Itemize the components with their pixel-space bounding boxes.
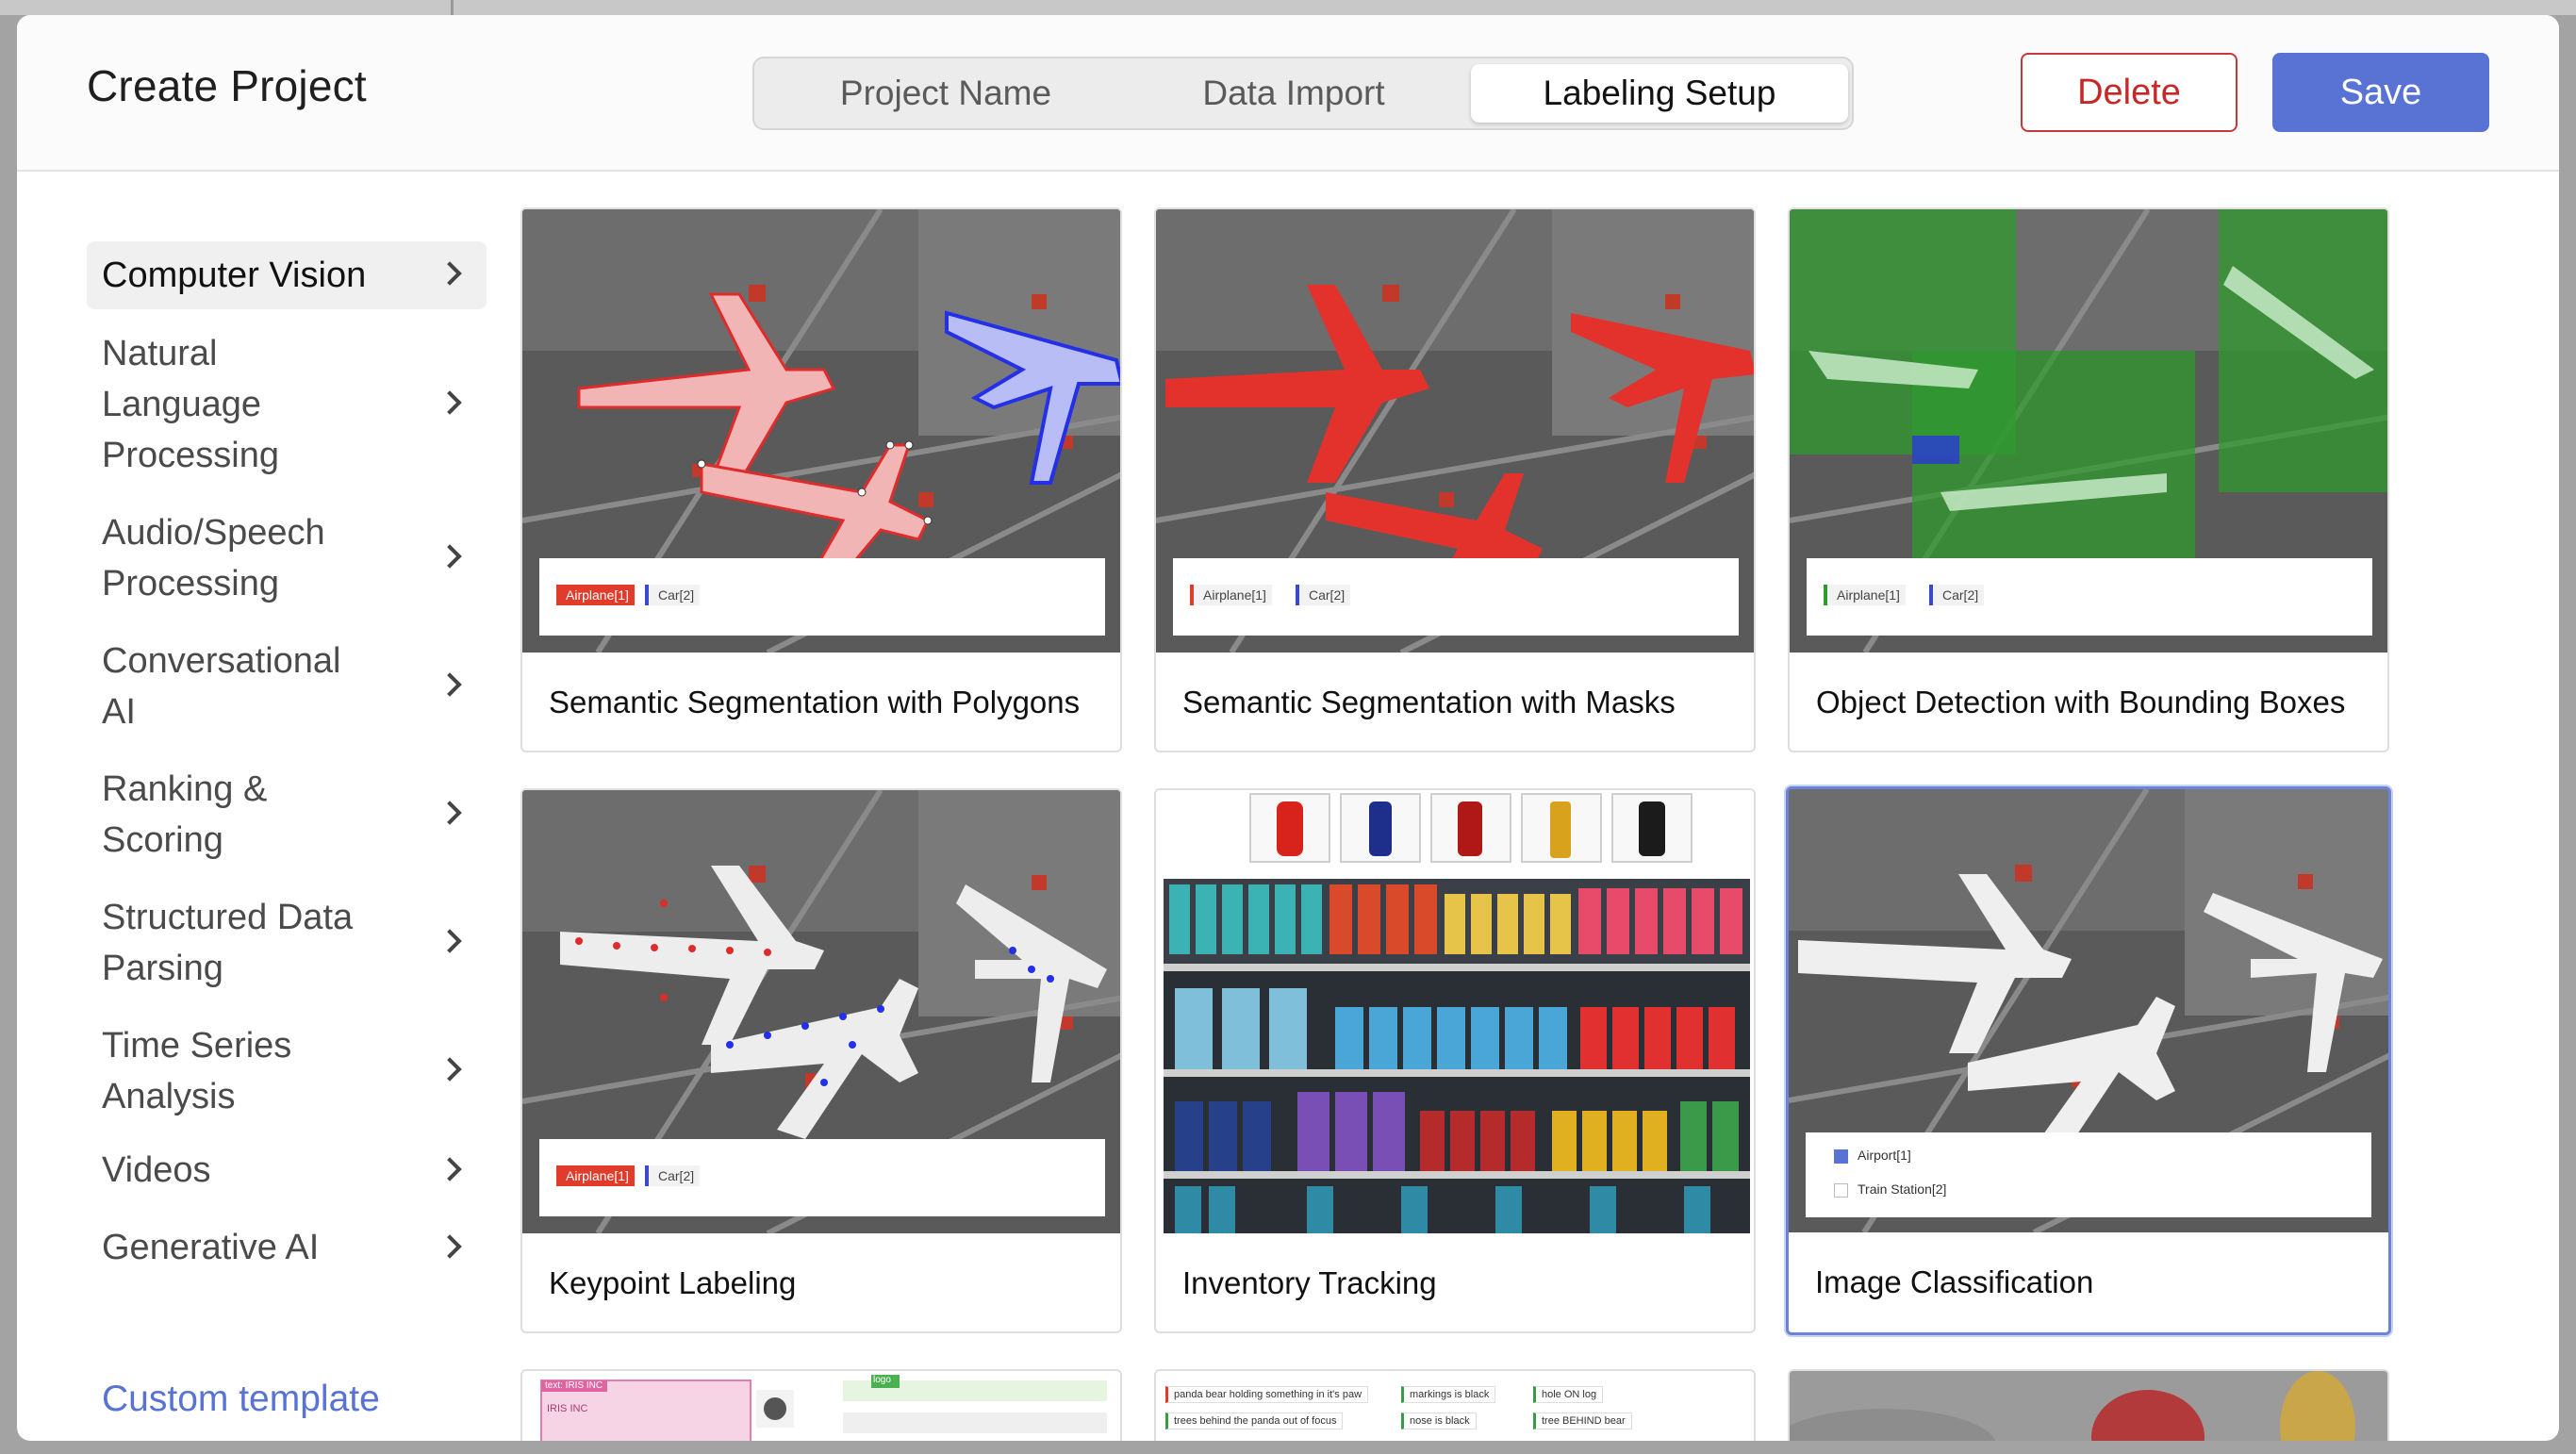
category-sidebar: Computer Vision Natural Language Process… — [87, 241, 487, 1275]
sidebar-item-label: Natural Language Processing — [102, 334, 279, 475]
label-tag-airplane: Airplane[1] — [1190, 585, 1272, 605]
relation-tag: markings is black — [1401, 1386, 1496, 1403]
template-card-masks[interactable]: Airplane[1] Car[2] Semantic Segmentation… — [1154, 207, 1756, 752]
inventory-preview-image — [1156, 790, 1754, 1233]
template-title: Inventory Tracking — [1182, 1265, 1437, 1300]
template-title: Keypoint Labeling — [549, 1265, 797, 1300]
chevron-right-icon — [438, 390, 462, 415]
checkbox-unchecked-icon — [1834, 1182, 1848, 1198]
label-bar: Airplane[1] Car[2] — [1807, 558, 2372, 636]
custom-template-link[interactable]: Custom template — [102, 1379, 380, 1420]
template-title: Object Detection with Bounding Boxes — [1816, 685, 2346, 719]
template-card-inventory[interactable]: Inventory Tracking — [1154, 788, 1756, 1333]
sidebar-item-conversational-ai[interactable]: Conversational AI — [87, 636, 487, 737]
sidebar-item-label: Computer Vision — [102, 256, 367, 295]
template-card-ocr-partial[interactable]: text: IRIS INC logo IRIS INC — [520, 1369, 1122, 1441]
tab-labeling-setup[interactable]: Labeling Setup — [1471, 64, 1848, 123]
label-tag-car: Car[2] — [645, 1165, 701, 1186]
label-tag-car: Car[2] — [645, 585, 701, 605]
choice-train-station: Train Station[2] — [1834, 1181, 1946, 1198]
modal-title: Create Project — [87, 61, 367, 110]
chevron-right-icon — [438, 261, 462, 286]
polygon-preview-image: Airplane[1] Car[2] — [522, 209, 1120, 653]
sidebar-item-label: Ranking & Scoring — [102, 769, 268, 860]
choice-label: Airport[1] — [1858, 1148, 1911, 1163]
tab-project-name[interactable]: Project Name — [762, 64, 1130, 123]
relation-tag: nose is black — [1401, 1413, 1477, 1429]
tab-data-import[interactable]: Data Import — [1124, 64, 1463, 123]
template-title: Semantic Segmentation with Masks — [1182, 685, 1676, 719]
choices-panel: Airport[1] Train Station[2] — [1806, 1132, 2371, 1217]
sidebar-item-label: Time Series Analysis — [102, 1026, 292, 1116]
template-card-image-classification[interactable]: Airport[1] Train Station[2] Image Classi… — [1786, 786, 2391, 1335]
label-bar: Airplane[1] Car[2] — [539, 1139, 1105, 1216]
chevron-right-icon — [438, 1157, 462, 1181]
label-tag-airplane: Airplane[1] — [1824, 585, 1906, 605]
label-tag-car: Car[2] — [1929, 585, 1985, 605]
choice-label: Train Station[2] — [1858, 1181, 1947, 1197]
label-tag-airplane: Airplane[1] — [556, 585, 635, 605]
background-divider — [451, 0, 454, 15]
label-bar: Airplane[1] Car[2] — [539, 558, 1105, 636]
sidebar-item-time-series[interactable]: Time Series Analysis — [87, 1020, 487, 1122]
sidebar-item-nlp[interactable]: Natural Language Processing — [87, 328, 487, 481]
relation-tag: hole ON log — [1533, 1386, 1604, 1403]
keypoint-preview-image: Airplane[1] Car[2] — [522, 790, 1120, 1233]
template-title: Image Classification — [1815, 1264, 2094, 1299]
sidebar-item-ranking-scoring[interactable]: Ranking & Scoring — [87, 764, 487, 866]
classification-preview-image: Airport[1] Train Station[2] — [1789, 789, 2388, 1232]
label-tag-car: Car[2] — [1296, 585, 1351, 605]
relation-tag: trees behind the panda out of focus — [1165, 1413, 1344, 1429]
label-tag-airplane: Airplane[1] — [556, 1165, 635, 1186]
sidebar-item-structured-data[interactable]: Structured Data Parsing — [87, 892, 487, 994]
label-bar: Airplane[1] Car[2] — [1173, 558, 1739, 636]
chevron-right-icon — [438, 929, 462, 953]
ocr-tag: text: IRIS INC — [545, 1380, 603, 1391]
template-card-polygons[interactable]: Airplane[1] Car[2] Semantic Segmentation… — [520, 207, 1122, 752]
sidebar-item-label: Videos — [102, 1150, 211, 1190]
sidebar-item-label: Generative AI — [102, 1228, 320, 1267]
sidebar-item-videos[interactable]: Videos — [87, 1145, 487, 1198]
create-project-modal: Create Project Project Name Data Import … — [17, 15, 2559, 1441]
save-button[interactable]: Save — [2272, 53, 2489, 132]
bbox-preview-image: Airplane[1] Car[2] — [1790, 209, 2387, 653]
template-title: Semantic Segmentation with Polygons — [549, 685, 1081, 719]
chevron-right-icon — [438, 1057, 462, 1082]
sidebar-item-computer-vision[interactable]: Computer Vision — [87, 241, 487, 309]
chevron-right-icon — [438, 672, 462, 697]
chevron-right-icon — [438, 544, 462, 569]
sidebar-item-label: Structured Data Parsing — [102, 898, 354, 988]
sidebar-item-label: Audio/Speech Processing — [102, 513, 325, 603]
sidebar-item-audio-speech[interactable]: Audio/Speech Processing — [87, 507, 487, 609]
template-card-keypoints[interactable]: Airplane[1] Car[2] Keypoint Labeling — [520, 788, 1122, 1333]
logo-tag: logo — [873, 1375, 891, 1385]
mask-preview-image: Airplane[1] Car[2] — [1156, 209, 1754, 653]
template-card-3d-partial[interactable] — [1788, 1369, 2389, 1441]
relation-tag: tree BEHIND bear — [1533, 1413, 1632, 1429]
chevron-right-icon — [438, 801, 462, 825]
chevron-right-icon — [438, 1234, 462, 1259]
modal-header: Create Project Project Name Data Import … — [17, 15, 2559, 172]
sidebar-item-label: Conversational AI — [102, 641, 341, 732]
delete-button[interactable]: Delete — [2021, 53, 2237, 132]
background-window-bar — [0, 0, 2576, 15]
step-tabs: Project Name Data Import Labeling Setup — [752, 57, 1854, 130]
sidebar-item-generative-ai[interactable]: Generative AI — [87, 1222, 487, 1275]
template-card-bounding-boxes[interactable]: Airplane[1] Car[2] Object Detection with… — [1788, 207, 2389, 752]
checkbox-checked-icon — [1834, 1148, 1848, 1164]
template-card-relations-partial[interactable]: panda bear holding something in it's paw… — [1154, 1369, 1756, 1441]
relation-tag: panda bear holding something in it's paw — [1165, 1386, 1369, 1403]
ocr-text: IRIS INC — [547, 1403, 588, 1414]
choice-airport: Airport[1] — [1834, 1148, 1911, 1164]
